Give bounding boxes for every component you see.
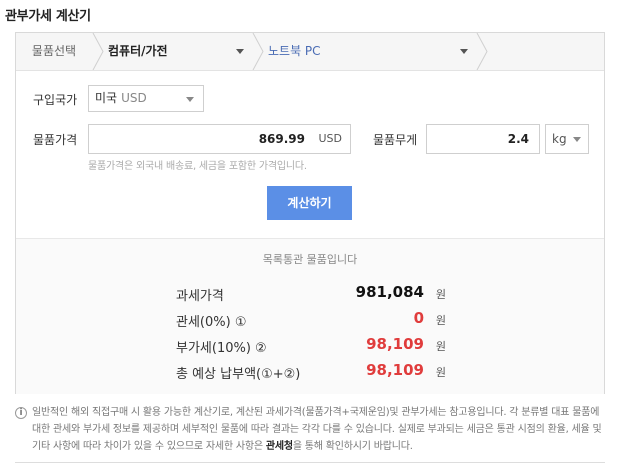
category-label: 물품선택 <box>31 44 77 58</box>
country-value: 미국 <box>95 91 118 105</box>
customs-duty-unit: 원 <box>435 314 446 327</box>
chevron-down-icon <box>236 49 244 54</box>
vat-value: 98,109 <box>366 335 424 353</box>
country-currency: USD <box>121 91 147 105</box>
total-unit: 원 <box>435 366 446 379</box>
price-value: 869.99 <box>258 132 305 146</box>
country-select[interactable]: 미국 USD <box>88 85 204 112</box>
taxable-price-value: 981,084 <box>355 283 424 301</box>
divider <box>15 462 605 463</box>
category-secondary-select[interactable]: 노트북 PC <box>268 33 478 70</box>
chevron-down-icon <box>460 49 468 54</box>
chevron-right-icon <box>476 33 490 70</box>
page-title: 관부가세 계산기 <box>5 9 91 24</box>
price-hint: 물품가격은 외국내 배송료, 세금을 포함한 가격입니다. <box>88 161 307 172</box>
weight-unit-value: kg <box>552 132 567 146</box>
footnote-text: 일반적인 해외 직접구매 시 활용 가능한 계산기로, 계산된 과세가격(물품가… <box>15 404 605 455</box>
price-unit: USD <box>318 132 342 145</box>
taxable-price-unit: 원 <box>435 288 446 301</box>
weight-unit-select[interactable]: kg <box>545 124 589 154</box>
weight-input[interactable]: 2.4 <box>426 124 540 154</box>
calculate-button[interactable]: 계산하기 <box>267 186 352 220</box>
category-secondary-value: 노트북 PC <box>268 44 321 58</box>
result-row: 관세(0%) ① 0 원 <box>176 309 446 331</box>
footnote: i 일반적인 해외 직접구매 시 활용 가능한 계산기로, 계산된 과세가격(물… <box>15 404 605 455</box>
chevron-right-icon <box>252 33 266 70</box>
result-section: 목록통관 물품입니다 과세가격 981,084 원 관세(0%) ① 0 원 부… <box>16 238 604 394</box>
vat-label: 부가세(10%) ② <box>176 341 267 356</box>
result-row: 부가세(10%) ② 98,109 원 <box>176 335 446 357</box>
country-label: 구입국가 <box>33 93 78 107</box>
vat-unit: 원 <box>435 340 446 353</box>
customs-duty-label: 관세(0%) ① <box>176 315 247 330</box>
total-value: 98,109 <box>366 361 424 379</box>
footnote-text-after: 을 통해 확인하시기 바랍니다. <box>292 441 413 452</box>
category-primary-select[interactable]: 컴퓨터/가전 <box>108 33 248 70</box>
result-row: 총 예상 납부액(①+②) 98,109 원 <box>176 361 446 383</box>
customs-duty-value: 0 <box>413 309 424 327</box>
info-icon: i <box>15 407 27 419</box>
price-input[interactable]: 869.99 USD <box>88 124 351 154</box>
category-bar: 물품선택 컴퓨터/가전 노트북 PC <box>16 33 604 71</box>
category-primary-value: 컴퓨터/가전 <box>108 44 168 58</box>
result-row: 과세가격 981,084 원 <box>176 283 446 305</box>
weight-value: 2.4 <box>507 132 529 146</box>
chevron-down-icon <box>573 137 581 142</box>
calculator-panel: 물품선택 컴퓨터/가전 노트북 PC 구입국가 미국 USD 물품가격 869.9… <box>15 32 605 394</box>
total-label: 총 예상 납부액(①+②) <box>176 367 301 382</box>
customs-service-link[interactable]: 관세청 <box>266 441 293 452</box>
chevron-right-icon <box>92 33 106 70</box>
result-heading: 목록통관 물품입니다 <box>262 253 358 266</box>
weight-label: 물품무게 <box>373 133 418 147</box>
taxable-price-label: 과세가격 <box>176 289 224 304</box>
chevron-down-icon <box>186 97 194 102</box>
price-label: 물품가격 <box>33 133 78 147</box>
